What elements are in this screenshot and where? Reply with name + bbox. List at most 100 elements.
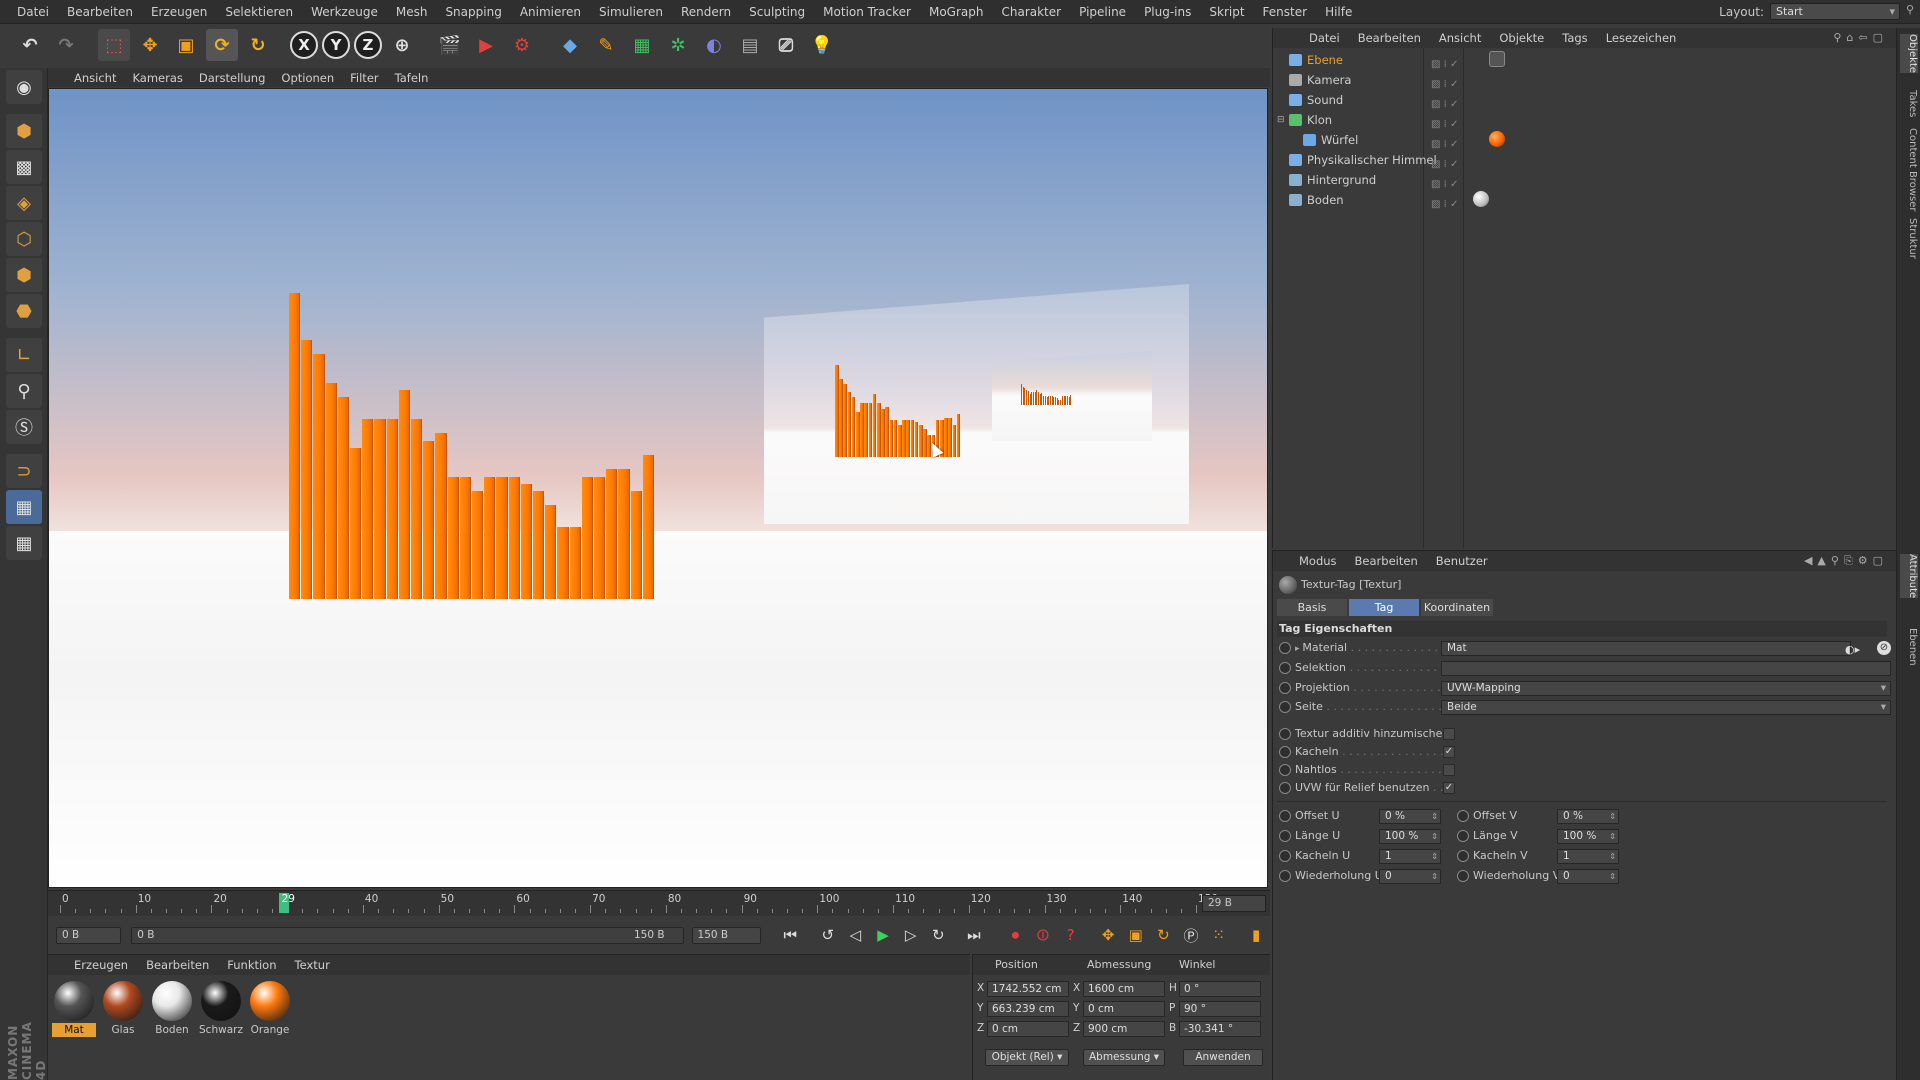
menu-item-7[interactable]: Animieren xyxy=(511,5,590,19)
object-row-7[interactable]: Boden ▨ ⁞ ✓ xyxy=(1273,190,1897,210)
pos-z-field[interactable]: 0 cm xyxy=(987,1021,1069,1037)
kacheln_v-anim-radio[interactable] xyxy=(1457,850,1469,862)
cube-icon[interactable]: ◆ xyxy=(554,29,586,61)
menu-item-13[interactable]: Charakter xyxy=(992,5,1070,19)
attribute-nav-icons[interactable]: ◀▲⚲⎘⚙▢ xyxy=(1804,554,1888,568)
render-picture-viewer-icon[interactable]: ▶ xyxy=(470,29,502,61)
deformer-icon[interactable]: ◐ xyxy=(698,29,730,61)
rotate-alt-icon[interactable]: ↻ xyxy=(242,29,274,61)
menu-item-16[interactable]: Skript xyxy=(1200,5,1253,19)
attribute-menu-item-2[interactable]: Benutzer xyxy=(1436,554,1488,568)
material-clear-icon[interactable]: ⊘ xyxy=(1877,641,1891,655)
y-axis-icon[interactable]: Y xyxy=(322,31,350,59)
texture-tag-icon[interactable] xyxy=(1489,131,1505,147)
subdivision-icon[interactable]: ▦ xyxy=(626,29,658,61)
texture-tag-icon[interactable] xyxy=(1473,191,1489,207)
material-pick-icon[interactable]: ◐▸ xyxy=(1845,641,1875,659)
menu-item-10[interactable]: Sculpting xyxy=(740,5,814,19)
offset_u-anim-radio[interactable] xyxy=(1279,810,1291,822)
camera-icon[interactable]: ⎚ xyxy=(770,29,802,61)
z-axis-icon[interactable]: Z xyxy=(354,31,382,59)
size-z-field[interactable]: 900 cm xyxy=(1083,1021,1165,1037)
stepper-icon[interactable]: ⇕ xyxy=(1431,830,1438,843)
rot-p-field[interactable]: 90 ° xyxy=(1179,1001,1261,1017)
rot-h-field[interactable]: 0 ° xyxy=(1179,981,1261,997)
object-menu-item-5[interactable]: Lesezeichen xyxy=(1606,31,1677,45)
prev-key-icon[interactable]: ↺ xyxy=(815,922,841,948)
record-parameter-icon[interactable]: Ⓟ xyxy=(1178,922,1204,948)
world-coords-icon[interactable]: ⊕ xyxy=(386,29,418,61)
seite-anim-radio[interactable] xyxy=(1279,701,1291,713)
cloner-icon[interactable]: ✲ xyxy=(662,29,694,61)
laenge_v-anim-radio[interactable] xyxy=(1457,830,1469,842)
tweak-mode-icon[interactable]: ⚲ xyxy=(6,374,42,408)
texture-mode-icon[interactable]: ▩ xyxy=(6,150,42,184)
pos-x-field[interactable]: 1742.552 cm xyxy=(987,981,1069,997)
keyframe-selection-icon[interactable]: ? xyxy=(1058,922,1084,948)
material-swatch[interactable]: Glas xyxy=(101,979,145,1036)
side-tab-5[interactable]: Ebenen xyxy=(1900,628,1918,666)
material-menu-item-3[interactable]: Textur xyxy=(295,958,330,972)
attribute-menu-item-0[interactable]: Modus xyxy=(1299,554,1337,568)
object-row-3[interactable]: ⊟ Klon ▨ ⁞ ✓ xyxy=(1273,110,1897,130)
additiv-anim-radio[interactable] xyxy=(1279,728,1291,740)
nahtlos-anim-radio[interactable] xyxy=(1279,764,1291,776)
side-tab-3[interactable]: Struktur xyxy=(1900,218,1918,259)
magnet-icon[interactable]: ⊃ xyxy=(6,454,42,488)
object-menu-item-0[interactable]: Datei xyxy=(1309,31,1340,45)
object-menu-item-2[interactable]: Ansicht xyxy=(1439,31,1481,45)
side-tab-1[interactable]: Takes xyxy=(1900,90,1918,117)
material-swatch[interactable]: Mat xyxy=(52,979,96,1037)
object-search-icons[interactable]: ⚲⌂⇦▢ xyxy=(1833,31,1888,44)
offset_u-field[interactable]: 0 % ⇕ xyxy=(1379,809,1441,824)
viewport[interactable]: ✥↓⟳▢ xyxy=(48,88,1268,888)
material-link-field[interactable]: Mat xyxy=(1441,641,1851,656)
offset_v-field[interactable]: 0 % ⇕ xyxy=(1557,809,1619,824)
material-swatch[interactable]: Schwarz xyxy=(199,979,243,1036)
timeline-ruler[interactable]: 0102029405060708090100110120130140150 29… xyxy=(48,890,1270,916)
tab-basis[interactable]: Basis xyxy=(1277,599,1347,616)
stepper-icon[interactable]: ⇕ xyxy=(1609,830,1616,843)
rot-b-field[interactable]: -30.341 ° xyxy=(1179,1021,1261,1037)
scale-icon[interactable]: ▣ xyxy=(170,29,202,61)
size-x-field[interactable]: 1600 cm xyxy=(1083,981,1165,997)
material-menu-item-0[interactable]: Erzeugen xyxy=(74,958,128,972)
object-menu-item-4[interactable]: Tags xyxy=(1562,31,1587,45)
apply-button[interactable]: Anwenden xyxy=(1183,1049,1263,1066)
wdh_v-anim-radio[interactable] xyxy=(1457,870,1469,882)
wdh_v-field[interactable]: 0 ⇕ xyxy=(1557,869,1619,884)
x-axis-icon[interactable]: X xyxy=(290,31,318,59)
pos-y-field[interactable]: 663.239 cm xyxy=(987,1001,1069,1017)
undo-icon[interactable]: ↶ xyxy=(14,29,46,61)
tab-koordinaten[interactable]: Koordinaten xyxy=(1421,599,1493,616)
edges-mode-icon[interactable]: ⬢ xyxy=(6,258,42,292)
tab-tag[interactable]: Tag xyxy=(1349,599,1419,616)
snap-icon[interactable]: Ⓢ xyxy=(6,410,42,444)
expand-icon[interactable]: ⊟ xyxy=(1277,110,1285,130)
side-tab-4[interactable]: Attribute xyxy=(1900,554,1918,599)
kacheln_u-anim-radio[interactable] xyxy=(1279,850,1291,862)
kacheln-anim-radio[interactable] xyxy=(1279,746,1291,758)
menu-item-14[interactable]: Pipeline xyxy=(1070,5,1135,19)
polygons-mode-icon[interactable]: ⬣ xyxy=(6,294,42,328)
layout-dropdown[interactable]: Start xyxy=(1770,3,1900,20)
object-row-5[interactable]: Physikalischer Himmel ▨ ⁞ ✓ xyxy=(1273,150,1897,170)
material-anim-radio[interactable] xyxy=(1279,642,1291,654)
selektion-anim-radio[interactable] xyxy=(1279,662,1291,674)
rotate-icon[interactable]: ⟳ xyxy=(206,29,238,61)
make-editable-icon[interactable]: ◉ xyxy=(6,70,42,104)
next-frame-icon[interactable]: ▷ xyxy=(898,922,924,948)
menu-item-0[interactable]: Datei xyxy=(8,5,58,19)
additiv-checkbox[interactable] xyxy=(1443,728,1455,740)
kacheln_v-field[interactable]: 1 ⇕ xyxy=(1557,849,1619,864)
play-icon[interactable]: ▶ xyxy=(870,922,896,948)
menu-item-15[interactable]: Plug-ins xyxy=(1135,5,1200,19)
menu-item-2[interactable]: Erzeugen xyxy=(142,5,216,19)
object-row-0[interactable]: Ebene ▨ ⁞ ✓ xyxy=(1273,50,1897,70)
menu-item-18[interactable]: Hilfe xyxy=(1316,5,1361,19)
floor-icon[interactable]: ▤ xyxy=(734,29,766,61)
stepper-icon[interactable]: ⇕ xyxy=(1431,850,1438,863)
go-to-start-icon[interactable]: ⏮ xyxy=(777,922,803,948)
viewport-menu-item-3[interactable]: Optionen xyxy=(281,71,334,85)
record-rotation-icon[interactable]: ↻ xyxy=(1151,922,1177,948)
